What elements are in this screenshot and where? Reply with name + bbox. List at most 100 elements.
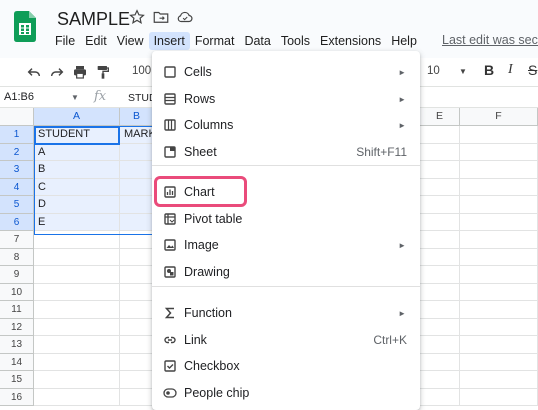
insert-menu-item-sheet[interactable]: Sheet Shift+F11 [152,139,420,165]
insert-menu-item-columns[interactable]: Columns ► [152,112,420,138]
cell-e8[interactable] [420,248,460,266]
cell-f10[interactable] [460,283,538,301]
cell-f6[interactable] [460,213,538,231]
cell-b4[interactable] [120,178,154,196]
cell-a8[interactable] [34,248,120,266]
menu-extensions[interactable]: Extensions [315,32,386,50]
print-icon[interactable] [72,64,88,80]
insert-menu-item-rows[interactable]: Rows ► [152,86,420,112]
row-header-7[interactable]: 7 [0,231,34,249]
zoom-select[interactable]: 100 [132,65,151,77]
menu-file[interactable]: File [50,32,80,50]
cell-a16[interactable] [34,388,120,406]
row-header-9[interactable]: 9 [0,266,34,284]
name-box[interactable]: A1:B6 [4,91,34,103]
cell-b5[interactable] [120,196,154,214]
cell-b7[interactable] [120,231,154,249]
row-header-15[interactable]: 15 [0,371,34,389]
cell-f12[interactable] [460,318,538,336]
bold-icon[interactable]: B [484,62,494,78]
cell-f4[interactable] [460,178,538,196]
cell-b13[interactable] [120,336,154,354]
insert-menu-item-drawing[interactable]: Drawing [152,259,420,285]
star-icon[interactable] [128,8,146,26]
row-header-10[interactable]: 10 [0,283,34,301]
cell-e1[interactable] [420,126,460,144]
cell-e16[interactable] [420,388,460,406]
row-header-8[interactable]: 8 [0,248,34,266]
cell-a4[interactable]: C [34,178,120,196]
undo-icon[interactable] [26,64,42,80]
paint-format-icon[interactable] [95,64,111,80]
italic-icon[interactable]: I [508,62,513,78]
redo-icon[interactable] [49,64,65,80]
cell-b8[interactable] [120,248,154,266]
row-header-5[interactable]: 5 [0,196,34,214]
column-header-f[interactable]: F [460,108,538,126]
cell-e9[interactable] [420,266,460,284]
cell-b3[interactable] [120,161,154,179]
menu-tools[interactable]: Tools [276,32,315,50]
insert-menu-item-pivot-table[interactable]: Pivot table [152,206,420,232]
cell-b9[interactable] [120,266,154,284]
cell-a12[interactable] [34,318,120,336]
cell-e4[interactable] [420,178,460,196]
cell-a9[interactable] [34,266,120,284]
sheets-logo-icon[interactable] [14,11,36,42]
cell-a3[interactable]: B [34,161,120,179]
move-folder-icon[interactable] [152,8,170,26]
cell-b11[interactable] [120,301,154,319]
row-header-14[interactable]: 14 [0,353,34,371]
insert-menu-item-checkbox[interactable]: Checkbox [152,353,420,379]
row-header-12[interactable]: 12 [0,318,34,336]
menu-edit[interactable]: Edit [80,32,112,50]
cell-b10[interactable] [120,283,154,301]
menu-help[interactable]: Help [386,32,422,50]
row-header-3[interactable]: 3 [0,161,34,179]
cell-f7[interactable] [460,231,538,249]
row-header-16[interactable]: 16 [0,388,34,406]
menu-view[interactable]: View [112,32,149,50]
cloud-status-icon[interactable] [176,8,194,26]
cell-f1[interactable] [460,126,538,144]
cell-f13[interactable] [460,336,538,354]
cell-f15[interactable] [460,371,538,389]
cell-b2[interactable] [120,143,154,161]
cell-e11[interactable] [420,301,460,319]
strikethrough-icon[interactable]: S [528,62,537,78]
cell-f11[interactable] [460,301,538,319]
cell-f8[interactable] [460,248,538,266]
cell-a1[interactable]: STUDENT [34,126,120,144]
select-all-corner[interactable] [0,108,34,126]
cell-b15[interactable] [120,371,154,389]
name-box-caret-icon[interactable]: ▼ [71,93,79,102]
insert-menu-item-link[interactable]: Link Ctrl+K [152,327,420,353]
insert-menu-item-chart[interactable]: Chart [152,179,420,205]
cell-b16[interactable] [120,388,154,406]
insert-menu-item-image[interactable]: Image ► [152,232,420,258]
cell-e2[interactable] [420,143,460,161]
last-edit-link[interactable]: Last edit was seco [442,33,538,47]
menu-insert[interactable]: Insert [148,32,190,50]
cell-a13[interactable] [34,336,120,354]
insert-menu-item-function[interactable]: Function ► [152,300,420,326]
cell-e5[interactable] [420,196,460,214]
cell-e3[interactable] [420,161,460,179]
cell-a7[interactable] [34,231,120,249]
menu-format[interactable]: Format [190,32,240,50]
font-size-input[interactable]: 10 [427,65,440,77]
column-header-e[interactable]: E [420,108,460,126]
row-header-1[interactable]: 1 [0,126,34,144]
cell-e10[interactable] [420,283,460,301]
cell-b14[interactable] [120,353,154,371]
cell-e12[interactable] [420,318,460,336]
cell-f3[interactable] [460,161,538,179]
cell-b1[interactable]: MARK [120,126,154,144]
cell-b6[interactable] [120,213,154,231]
cell-e6[interactable] [420,213,460,231]
cell-a6[interactable]: E [34,213,120,231]
cell-f5[interactable] [460,196,538,214]
cell-a15[interactable] [34,371,120,389]
row-header-6[interactable]: 6 [0,213,34,231]
column-header-a[interactable]: A [34,108,120,126]
